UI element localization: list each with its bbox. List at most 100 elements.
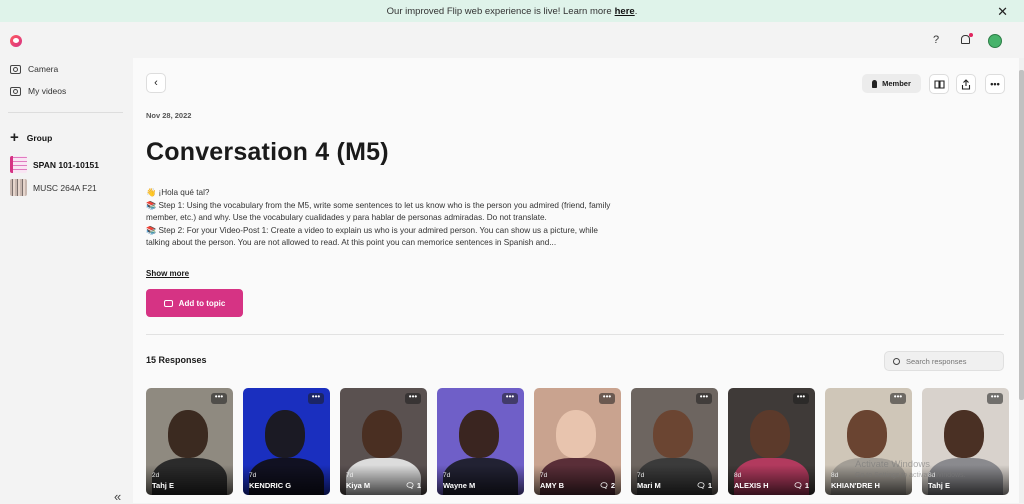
card-shade (728, 465, 815, 495)
member-button[interactable]: Member (862, 74, 921, 93)
help-icon[interactable]: ? (933, 34, 939, 46)
group-thumbnail (10, 179, 27, 196)
response-age: 8d (734, 472, 742, 479)
response-age: 8d (831, 472, 839, 479)
back-button[interactable]: ‹ (146, 73, 166, 93)
card-shade (340, 465, 427, 495)
banner-period: . (634, 5, 638, 17)
search-responses[interactable] (884, 351, 1004, 371)
sidebar-item-musc-264a[interactable]: MUSC 264A F21 (10, 179, 97, 196)
response-card[interactable]: ••• 2d Tahj E (146, 388, 233, 495)
video-thumbnail-face (362, 410, 402, 458)
response-age: 7d (249, 472, 257, 479)
camera-icon (10, 64, 21, 74)
scrollbar[interactable] (1019, 58, 1024, 503)
group-thumbnail (10, 156, 27, 173)
sidebar-item-label: My videos (28, 86, 67, 96)
user-avatar[interactable] (988, 34, 1002, 48)
sidebar-item-span-101[interactable]: SPAN 101-10151 (10, 156, 99, 173)
sidebar-item-label: SPAN 101-10151 (33, 159, 99, 170)
card-more-icon[interactable]: ••• (308, 393, 324, 404)
banner-close-icon[interactable]: ✕ (997, 4, 1008, 20)
card-more-icon[interactable]: ••• (987, 393, 1003, 404)
card-more-icon[interactable]: ••• (599, 393, 615, 404)
more-options-button[interactable]: ••• (985, 74, 1005, 94)
topic-description: 👋 ¡Hola qué tal? 📚 Step 1: Using the voc… (146, 187, 646, 250)
sidebar-item-add-group[interactable]: + Group (10, 129, 53, 146)
plus-icon: + (10, 129, 19, 146)
search-icon (893, 357, 900, 365)
topic-title: Conversation 4 (M5) (146, 138, 389, 166)
comment-count-value: 1 (707, 481, 712, 490)
scrollbar-thumb[interactable] (1019, 70, 1024, 400)
show-more-link[interactable]: Show more (146, 269, 189, 278)
person-icon (872, 79, 878, 88)
description-line: 📚 Step 2: For your Video-Post 1: Create … (146, 225, 598, 235)
sidebar-item-label: Group (26, 133, 53, 143)
response-age: 7d (443, 472, 451, 479)
flip-logo-icon[interactable] (10, 35, 22, 47)
response-author: ALEXIS H (734, 481, 769, 490)
description-line: member, etc.) and why. Use the vocabular… (146, 213, 547, 222)
notifications-bell-icon[interactable] (961, 33, 973, 44)
response-card[interactable]: ••• 7d Wayne M (437, 388, 524, 495)
response-card[interactable]: ••• 7d Mari M 🗨 1 (631, 388, 718, 495)
sidebar: Camera My videos + Group SPAN 101-10151 … (0, 58, 133, 504)
sidebar-item-camera[interactable]: Camera (10, 64, 58, 74)
card-more-icon[interactable]: ••• (405, 393, 421, 404)
response-author: Tahj E (152, 481, 174, 490)
video-thumbnail-face (168, 410, 208, 458)
add-to-topic-label: Add to topic (178, 298, 226, 308)
response-author: Mari M (637, 481, 661, 490)
card-shade (243, 465, 330, 495)
video-icon (10, 86, 21, 96)
response-card[interactable]: ••• 7d Kiya M 🗨 1 (340, 388, 427, 495)
comment-count: 🗨 2 (599, 481, 615, 490)
share-icon (961, 78, 971, 90)
response-age: 2d (152, 472, 160, 479)
immersive-reader-button[interactable] (929, 74, 949, 94)
collapse-sidebar-icon[interactable]: « (114, 489, 121, 504)
search-input[interactable] (906, 356, 996, 366)
comment-count: 🗨 1 (696, 481, 712, 490)
card-more-icon[interactable]: ••• (793, 393, 809, 404)
more-icon: ••• (990, 79, 1000, 89)
video-thumbnail-face (653, 410, 693, 458)
book-icon (933, 79, 945, 89)
description-line: 👋 ¡Hola qué tal? (146, 188, 210, 197)
card-more-icon[interactable]: ••• (890, 393, 906, 404)
response-author: Wayne M (443, 481, 476, 490)
response-author: Kiya M (346, 481, 371, 490)
card-more-icon[interactable]: ••• (696, 393, 712, 404)
topic-date: Nov 28, 2022 (146, 111, 192, 120)
description-line: 📚 Step 1: Using the vocabulary from the … (146, 200, 611, 210)
comment-count: 🗨 1 (405, 481, 421, 490)
announcement-banner: Our improved Flip web experience is live… (0, 0, 1024, 22)
card-shade (534, 465, 621, 495)
video-thumbnail-face (265, 410, 305, 458)
response-age: 7d (346, 472, 354, 479)
responses-count: 15 Responses (146, 355, 207, 365)
response-author: AMY B (540, 481, 565, 490)
comment-count-value: 1 (804, 481, 809, 490)
comment-count: 🗨 1 (793, 481, 809, 490)
banner-link[interactable]: here (615, 6, 635, 17)
video-thumbnail-face (459, 410, 499, 458)
share-button[interactable] (956, 74, 976, 94)
sidebar-divider (8, 112, 123, 113)
description-line: talking about the person. You are not al… (146, 238, 557, 247)
sidebar-item-label: MUSC 264A F21 (33, 182, 97, 193)
topic-main: ‹ Member ••• Nov 28, 2022 Conversation 4… (133, 58, 1019, 503)
card-shade (146, 465, 233, 495)
sidebar-item-my-videos[interactable]: My videos (10, 86, 66, 96)
card-more-icon[interactable]: ••• (211, 393, 227, 404)
card-more-icon[interactable]: ••• (502, 393, 518, 404)
response-card[interactable]: ••• 7d AMY B 🗨 2 (534, 388, 621, 495)
response-card[interactable]: ••• 7d KENDRIC G (243, 388, 330, 495)
response-author: Tahj E (928, 481, 950, 490)
response-age: 7d (540, 472, 548, 479)
banner-text: Our improved Flip web experience is live… (386, 5, 612, 17)
add-to-topic-button[interactable]: Add to topic (146, 289, 243, 317)
comment-count-value: 2 (610, 481, 615, 490)
response-card[interactable]: ••• 8d ALEXIS H 🗨 1 (728, 388, 815, 495)
